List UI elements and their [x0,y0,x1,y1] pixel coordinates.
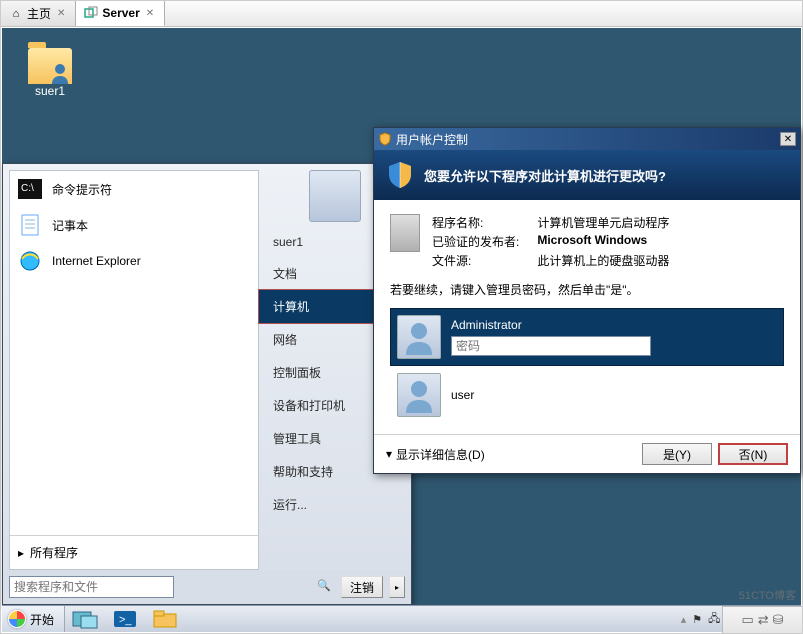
start-button-label: 开始 [30,611,54,628]
start-menu: C:\ 命令提示符 记事本 Internet Explorer ▸ 所有程序 [2,163,412,605]
uac-titlebar[interactable]: 用户帐户控制 ✕ [374,128,800,150]
uac-program-info: 程序名称: 计算机管理单元启动程序 已验证的发布者: Microsoft Win… [390,214,784,269]
arrow-right-icon: ▸ [18,546,24,560]
start-item-cmd[interactable]: C:\ 命令提示符 [10,171,258,207]
home-icon: ⌂ [9,7,23,21]
vm-tab-bar: ⌂ 主页 ✕ Server ✕ [1,1,802,27]
cmd-icon: C:\ [18,177,42,201]
tray-network-icon[interactable]: 🖧 [708,610,720,629]
status-monitor-icon[interactable]: ▭ [741,612,753,628]
program-name-value: 计算机管理单元启动程序 [537,214,669,231]
taskbar-powershell[interactable]: >_ [105,606,145,632]
avatar-icon [397,373,441,417]
uac-header: 您要允许以下程序对此计算机进行更改吗? [374,150,800,200]
search-input[interactable] [9,576,174,598]
taskbar: 开始 >_ ▴ ⚑ 🖧 🔊 19:17 2019/8/13 [2,605,801,632]
ie-icon [18,249,42,273]
start-item-ie[interactable]: Internet Explorer [10,243,258,279]
tab-home-label: 主页 [27,5,51,22]
folder-icon [28,48,72,84]
uac-account-admin[interactable]: Administrator [390,308,784,366]
status-conn-icon[interactable]: ⇄ [758,612,769,628]
start-search-row: 🔍 注销 ▸ [3,570,411,604]
monitor-icon [309,170,361,222]
all-programs-label: 所有程序 [30,544,78,561]
uac-footer: ▾ 显示详细信息(D) 是(Y) 否(N) [374,434,800,473]
source-label: 文件源: [432,252,519,269]
tab-home-close-icon[interactable]: ✕ [55,8,67,19]
no-button[interactable]: 否(N) [718,443,788,465]
uac-prompt-text: 若要继续，请键入管理员密码，然后单击"是"。 [390,281,784,298]
uac-title-text: 用户帐户控制 [396,131,468,148]
search-icon: 🔍 [317,579,331,592]
desktop-folder[interactable]: suer1 [20,48,80,98]
start-right-run[interactable]: 运行... [259,488,411,521]
avatar-icon [397,315,441,359]
tab-server-label: Server [102,6,139,20]
all-programs[interactable]: ▸ 所有程序 [10,535,258,569]
start-item-label: 记事本 [52,217,88,234]
uac-header-text: 您要允许以下程序对此计算机进行更改吗? [424,166,666,185]
tab-server[interactable]: Server ✕ [76,1,165,26]
notepad-icon [18,213,42,237]
publisher-label: 已验证的发布者: [432,233,519,250]
start-item-label: Internet Explorer [52,254,141,268]
svg-text:>_: >_ [119,614,132,626]
show-details-label: 显示详细信息(D) [396,446,485,463]
start-button[interactable]: 开始 [2,606,65,632]
logoff-button[interactable]: 注销 [341,576,383,598]
start-menu-left-pane: C:\ 命令提示符 记事本 Internet Explorer ▸ 所有程序 [9,170,259,570]
tab-server-close-icon[interactable]: ✕ [144,8,156,19]
svg-text:C:\: C:\ [21,183,34,194]
uac-dialog: 用户帐户控制 ✕ 您要允许以下程序对此计算机进行更改吗? 程序名称: 计算机管理… [373,127,801,474]
shield-small-icon [378,132,392,146]
windows-orb-icon [8,610,26,628]
uac-account-user[interactable]: user [390,366,784,424]
program-icon [390,214,420,252]
admin-password-input[interactable] [451,336,651,356]
user-name: user [451,388,474,402]
tray-expand-icon[interactable]: ▴ [681,613,687,626]
status-disk-icon[interactable]: ⛁ [773,612,784,628]
start-item-notepad[interactable]: 记事本 [10,207,258,243]
taskbar-server-manager[interactable] [65,606,105,632]
tray-flag-icon[interactable]: ⚑ [692,613,702,626]
chevron-down-icon: ▾ [386,447,392,461]
publisher-value: Microsoft Windows [537,233,669,250]
watermark-text: 51CTO博客 [739,587,796,603]
program-name-label: 程序名称: [432,214,519,231]
yes-button[interactable]: 是(Y) [642,443,712,465]
logoff-options-button[interactable]: ▸ [389,576,405,598]
shield-icon [386,160,414,190]
source-value: 此计算机上的硬盘驱动器 [537,252,669,269]
admin-name: Administrator [451,318,651,332]
show-details-button[interactable]: ▾ 显示详细信息(D) [386,446,485,463]
tab-home[interactable]: ⌂ 主页 ✕ [1,1,76,26]
server-icon [84,6,98,20]
outer-statusbar: ▭ ⇄ ⛁ [722,606,802,633]
start-item-label: 命令提示符 [52,181,112,198]
taskbar-explorer[interactable] [145,606,185,632]
desktop-folder-label: suer1 [20,84,80,98]
close-icon[interactable]: ✕ [780,132,796,146]
